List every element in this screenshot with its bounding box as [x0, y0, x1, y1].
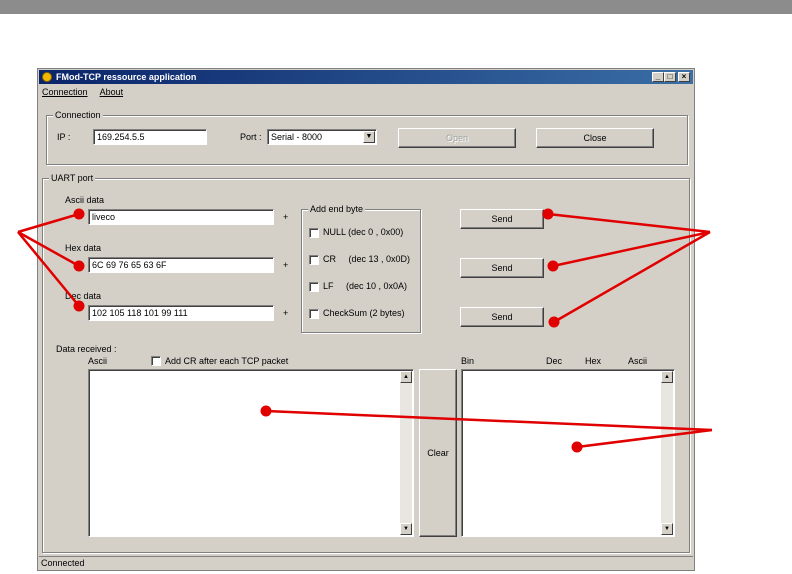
annotation-dot [547, 260, 559, 272]
annotation-dot [73, 300, 85, 312]
annotation-dot [571, 441, 583, 453]
annotation-dot [548, 316, 560, 328]
annotation-line [17, 212, 80, 234]
annotation-line [17, 231, 80, 307]
annotation-line [17, 230, 80, 268]
annotation-dot [542, 208, 554, 220]
annotation-line [552, 230, 711, 268]
annotation-line [576, 428, 713, 449]
annotation-line [553, 230, 711, 324]
annotation-line [547, 212, 711, 234]
annotation-line [265, 409, 713, 432]
annotation-dot [73, 208, 85, 220]
annotation-overlay [17, 208, 713, 453]
annotation-dot [73, 260, 85, 272]
annotation-dot [260, 405, 272, 417]
